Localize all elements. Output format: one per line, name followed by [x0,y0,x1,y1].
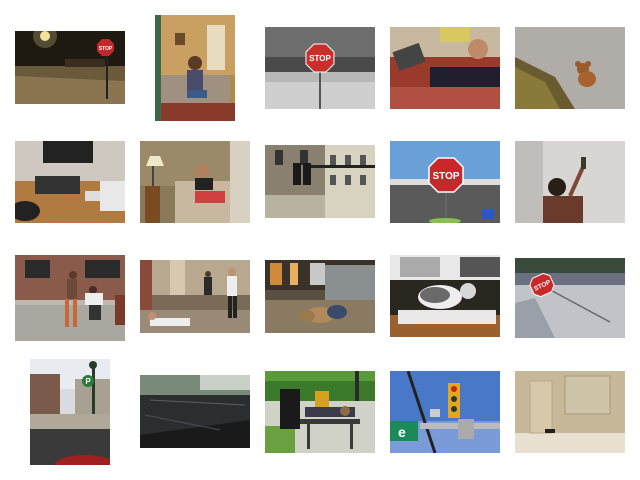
image-gallery: STOP STOP STOP STOP P e [0,0,640,480]
thumbnail-traffic-light-building[interactable] [265,145,375,218]
cat-keyboard-image [390,255,500,337]
thumbnail-person-in-armchair-laptop[interactable] [140,141,250,223]
teddy-grass-image [515,27,625,109]
stop-sign-text: STOP [99,46,113,52]
couch-room-image [155,15,235,121]
thumbnail-person-lying-in-hallway[interactable] [140,260,250,333]
thumbnail-tilted-stop-sign-street[interactable]: STOP [515,258,625,338]
park-bench-image [265,371,375,453]
laptop-floor-image [390,27,500,109]
thumbnail-person-on-bench-park[interactable] [265,371,375,453]
stop-sign-text: STOP [432,171,459,182]
thumbnail-teddy-bear-on-grass[interactable] [515,27,625,109]
traffic-sign-image: e [390,371,500,453]
thumbnail-night-street-stop-sign[interactable]: STOP [15,31,125,104]
thumbnail-person-raising-bottle[interactable] [515,141,625,223]
parking-sign-letter: P [85,377,91,386]
tilted-stop-image: STOP [515,258,625,338]
thumbnail-traffic-light-street-sign[interactable]: e [390,371,500,453]
armchair-laptop-image [140,141,250,223]
thumbnail-teddy-bears-on-floor[interactable] [265,260,375,333]
windshield-image [140,375,250,448]
stop-sign-text: STOP [309,54,331,63]
thumbnail-parking-sign-street[interactable]: P [30,359,110,465]
empty-room-image [515,371,625,453]
thumbnail-empty-room-door[interactable] [515,371,625,453]
thumbnail-person-on-couch-phone[interactable] [155,15,235,121]
street-sign-text: e [398,424,406,440]
floor-bears-image [265,260,375,333]
sidewalk-people-image [15,255,125,341]
grayscale-stop-image: STOP [265,27,375,109]
parking-lot-stop-image: STOP [390,141,500,223]
thumbnail-stop-sign-parking-lot[interactable]: STOP [390,141,500,223]
thumbnail-stop-sign-grayscale[interactable]: STOP [265,27,375,109]
parking-street-image: P [30,359,110,465]
thumbnail-cluttered-office-desk[interactable] [15,141,125,223]
thumbnail-person-lying-with-laptop[interactable] [390,27,500,109]
building-traffic-image [265,145,375,218]
office-desk-image [15,141,125,223]
thumbnail-cat-on-keyboard[interactable] [390,255,500,337]
bottle-raise-image [515,141,625,223]
thumbnail-car-windshield-view[interactable] [140,375,250,448]
hallway-lying-image [140,260,250,333]
thumbnail-people-on-sidewalk[interactable] [15,255,125,341]
night-street-image: STOP [15,31,125,104]
